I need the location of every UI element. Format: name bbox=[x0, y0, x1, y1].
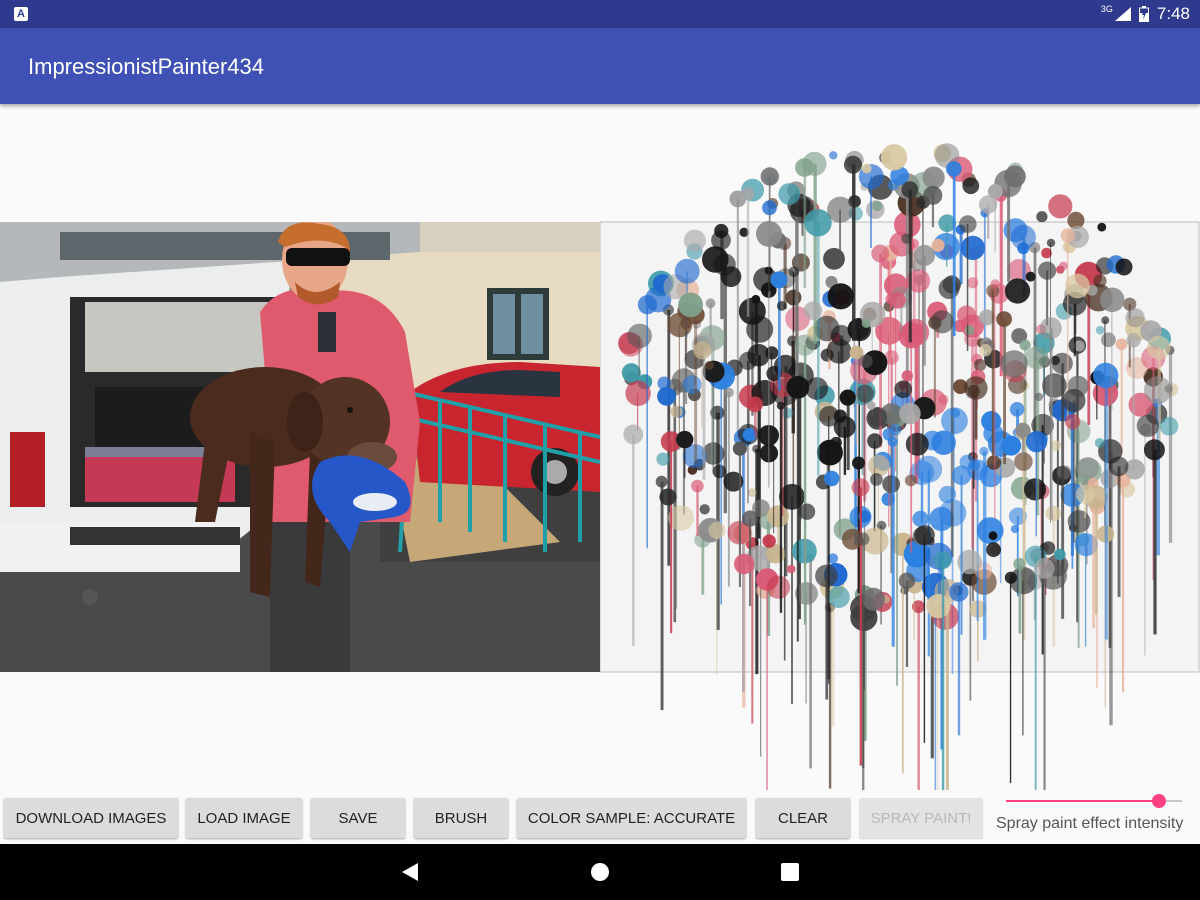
spray-paint-button: SPRAY PAINT! bbox=[859, 798, 983, 838]
clock: 7:48 bbox=[1156, 4, 1190, 23]
navigation-bar bbox=[0, 844, 1200, 900]
network-type-label: 3G bbox=[1100, 4, 1113, 14]
home-icon[interactable] bbox=[588, 860, 612, 884]
source-photo[interactable] bbox=[0, 222, 600, 672]
slider-fill bbox=[1006, 800, 1160, 802]
download-images-button[interactable]: DOWNLOAD IMAGES bbox=[4, 798, 178, 838]
spray-intensity-slider[interactable] bbox=[1004, 792, 1184, 812]
paint-canvas[interactable] bbox=[600, 104, 1200, 792]
back-icon[interactable] bbox=[398, 860, 422, 884]
app-bar: ImpressionistPainter434 bbox=[0, 28, 1200, 104]
load-image-button[interactable]: LOAD IMAGE bbox=[186, 798, 302, 838]
status-bar: A 3G 7:48 bbox=[0, 0, 1200, 28]
slider-thumb[interactable] bbox=[1152, 794, 1167, 808]
color-sample-button[interactable]: COLOR SAMPLE: ACCURATE bbox=[517, 798, 746, 838]
app-notification-icon: A bbox=[14, 7, 28, 21]
main-content bbox=[0, 104, 1200, 792]
clear-button[interactable]: CLEAR bbox=[756, 798, 850, 838]
toolbar: DOWNLOAD IMAGES LOAD IMAGE SAVE BRUSH CO… bbox=[0, 792, 1200, 844]
brush-button[interactable]: BRUSH bbox=[414, 798, 508, 838]
app-title: ImpressionistPainter434 bbox=[28, 54, 265, 79]
painting-artwork[interactable] bbox=[600, 104, 1200, 792]
slider-label: Spray paint effect intensity bbox=[996, 815, 1184, 832]
battery-icon bbox=[1138, 6, 1149, 22]
recents-icon[interactable] bbox=[778, 860, 802, 884]
signal-icon bbox=[1114, 7, 1131, 21]
save-button[interactable]: SAVE bbox=[311, 798, 405, 838]
